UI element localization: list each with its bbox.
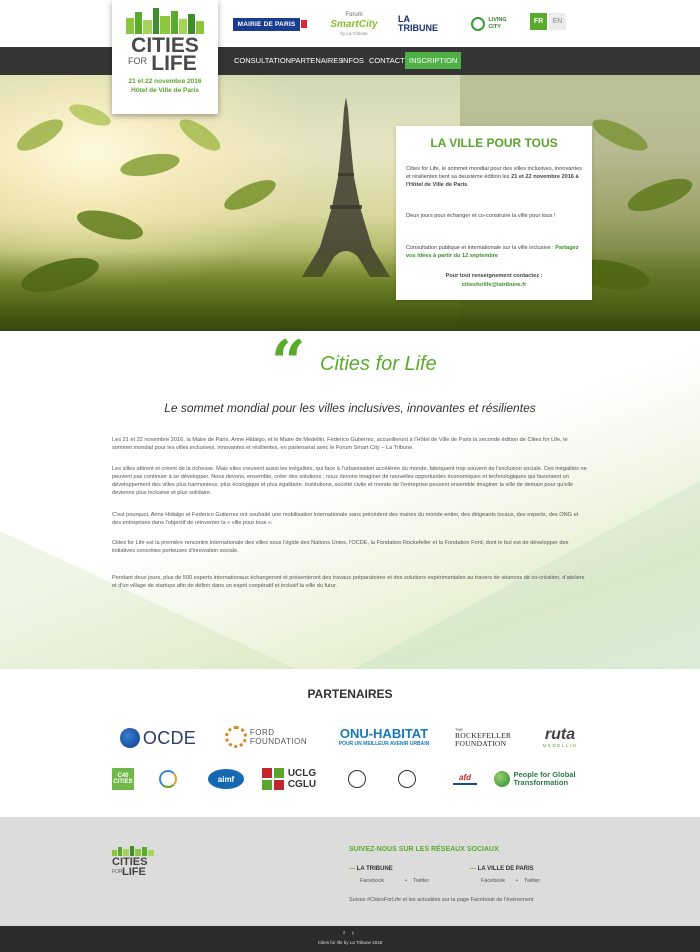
- partner-logo-ford[interactable]: FORD FOUNDATION: [220, 725, 312, 749]
- partner-logo-uclg[interactable]: UCLG CGLU: [259, 767, 319, 791]
- separator: •: [516, 878, 518, 884]
- hero-paragraph-2: Deux jours pour échanger et co-construir…: [406, 213, 556, 219]
- uclg-squares-icon: [261, 768, 284, 790]
- ruta-name: ruta: [544, 725, 576, 743]
- intro-paragraph: Les 21 et 22 novembre 2016, la Maire de …: [112, 437, 568, 451]
- partner-logo-afd[interactable]: afd: [450, 767, 480, 791]
- nav-contact[interactable]: CONTACT: [366, 52, 408, 69]
- hero-paragraph-1: Cities for Life, le sommet mondial pour …: [406, 165, 584, 189]
- ford-dots-icon: [224, 726, 247, 748]
- partner-smart-city[interactable]: Forum SmartCity by La Tribune: [322, 12, 386, 36]
- onu-line1: ONU-HABITAT: [339, 725, 429, 741]
- tribune-facebook-link[interactable]: Facebook: [360, 878, 384, 884]
- logo-place: Hôtel de Ville de Paris: [131, 87, 199, 94]
- intro-paragraph: Pendant deux jours, plus de 500 experts …: [112, 575, 585, 589]
- smart-name: SmartCity: [330, 18, 378, 30]
- social-icons[interactable]: f t: [0, 931, 700, 937]
- hero-info-panel: LA VILLE POUR TOUS Cities for Life, le s…: [396, 126, 592, 300]
- ford-line1: FORD: [249, 728, 275, 737]
- site-logo[interactable]: CITIES FOR LIFE 21 et 22 novembre 2016 H…: [112, 0, 218, 114]
- quote-icon: “: [271, 331, 306, 398]
- circle-logo-icon: [159, 770, 177, 788]
- social-heading: SUIVEZ-NOUS SUR LES RÉSEAUX SOCIAUX: [349, 846, 499, 853]
- tribune-twitter-link[interactable]: Twitter: [413, 878, 429, 884]
- resilient-badge-icon: [348, 770, 366, 788]
- afd-underline: [453, 783, 477, 785]
- living-line1: LIVING: [488, 17, 507, 23]
- intro-paragraph: Cities for Life est la première rencontr…: [112, 540, 569, 554]
- lang-fr-button[interactable]: FR: [530, 13, 547, 30]
- partner-logo-resilient-cities-2[interactable]: [392, 767, 422, 791]
- intro-section: “ Cities for Life Le sommet mondial pour…: [0, 331, 700, 669]
- top-header: CITIES FOR LIFE 21 et 22 novembre 2016 H…: [0, 0, 700, 114]
- globe-icon: [494, 771, 511, 787]
- footer-logo-for: FOR: [112, 869, 123, 875]
- city-skyline-icon: [126, 8, 204, 34]
- partner-logo-people-global-transformation[interactable]: People for Global Transformation: [485, 768, 585, 790]
- lang-en-button[interactable]: EN: [549, 13, 566, 30]
- partner-living-city[interactable]: LIVING CITY: [465, 12, 513, 36]
- grass-overlay: [0, 251, 700, 331]
- hero-p1-end: .: [467, 182, 469, 188]
- social-col-la-tribune: LA TRIBUNE: [349, 866, 393, 872]
- pgt-line2: Transformation: [513, 778, 569, 787]
- logo-date: 21 et 22 novembre 2016: [128, 78, 202, 85]
- nav-infos[interactable]: INFOS: [338, 52, 367, 69]
- living-line2: CITY: [488, 24, 501, 30]
- globe-icon: [119, 728, 140, 748]
- hero-contact-label: Pour tout renseignement contactez :: [445, 273, 543, 279]
- footer-logo[interactable]: CITIES FOR LIFE: [112, 846, 158, 888]
- mairie-label: MAIRIE DE PARIS: [232, 17, 301, 31]
- partner-logo-ocde[interactable]: OCDE: [112, 727, 204, 749]
- main-nav: CONSULTATION PARTENAIRES INFOS CONTACT I…: [0, 47, 700, 75]
- social-col-ville-de-paris: LA VILLE DE PARIS: [470, 866, 534, 872]
- partner-logo-rockefeller[interactable]: THE ROCKEFELLER FOUNDATION: [455, 725, 513, 749]
- c40-line2: CITIES: [113, 779, 133, 785]
- partner-logo-aimf[interactable]: aimf: [208, 769, 244, 789]
- hero-banner: LA VILLE POUR TOUS Cities for Life, le s…: [0, 75, 700, 331]
- hero-title: LA VILLE POUR TOUS: [430, 136, 558, 150]
- separator: •: [405, 878, 407, 884]
- partner-logo-c40[interactable]: C40 CITIES: [112, 768, 134, 790]
- living-city-icon: [471, 17, 486, 31]
- paris-facebook-link[interactable]: Facebook: [481, 878, 505, 884]
- bottom-bar: f t Cities for life by La Tribune 2016: [0, 926, 700, 952]
- smart-by: by La Tribune: [340, 30, 368, 36]
- logo-life-text: LIFE: [151, 52, 197, 75]
- partner-logo-onu-habitat[interactable]: ONU-HABITAT POUR UN MEILLEUR AVENIR URBA…: [328, 724, 440, 750]
- copyright: Cities for life by La Tribune 2016: [317, 940, 383, 945]
- hero-contact-email-link[interactable]: citiesforlife@latribune.fr: [406, 281, 582, 289]
- flag-icon: [301, 20, 308, 28]
- ruta-sub: MEDELLIN: [542, 742, 578, 748]
- ford-line2: FOUNDATION: [249, 737, 308, 746]
- intro-paragraph: Les villes attirent et créent de la rich…: [112, 466, 587, 496]
- partner-logo-ruta[interactable]: ruta MEDELLIN: [530, 724, 590, 750]
- footer-hashtag-note: Suivez #CitiesForLife et les actualités …: [349, 897, 534, 903]
- footer: CITIES FOR LIFE SUIVEZ-NOUS SUR LES RÉSE…: [0, 817, 700, 926]
- intro-tagline: Le sommet mondial pour les villes inclus…: [164, 401, 536, 415]
- intro-title: Cities for Life: [320, 353, 437, 375]
- paris-twitter-link[interactable]: Twitter: [524, 878, 540, 884]
- rock-line2: FOUNDATION: [455, 738, 507, 748]
- partner-logo-cities-alliance[interactable]: [148, 766, 188, 792]
- uclg-line1: UCLG: [287, 768, 317, 779]
- resilient-badge-icon: [398, 770, 416, 788]
- intro-paragraph: C'est pourquoi, Anne Hidalgo et Federico…: [112, 512, 579, 526]
- tribune-name: TRIBUNE: [398, 23, 438, 33]
- onu-line2: POUR UN MEILLEUR AVENIR URBAIN: [338, 740, 430, 747]
- ocde-label: OCDE: [142, 727, 197, 748]
- hero-p3-text: Consultation publique et internationale …: [406, 245, 556, 251]
- partners-heading: PARTENAIRES: [307, 687, 393, 701]
- partner-logo-100-resilient-cities[interactable]: [332, 767, 382, 791]
- city-skyline-icon: [112, 846, 154, 856]
- nav-inscription-button[interactable]: INSCRIPTION: [405, 52, 462, 69]
- afd-label: afd: [459, 773, 471, 782]
- footer-logo-life: LIFE: [122, 866, 146, 878]
- uclg-line2: CGLU: [287, 779, 317, 790]
- partner-mairie-de-paris[interactable]: MAIRIE DE PARIS: [232, 12, 308, 36]
- hero-paragraph-3: Consultation publique et internationale …: [406, 244, 584, 260]
- partner-la-tribune[interactable]: LA TRIBUNE: [398, 12, 442, 36]
- nav-consultation[interactable]: CONSULTATION: [231, 52, 294, 69]
